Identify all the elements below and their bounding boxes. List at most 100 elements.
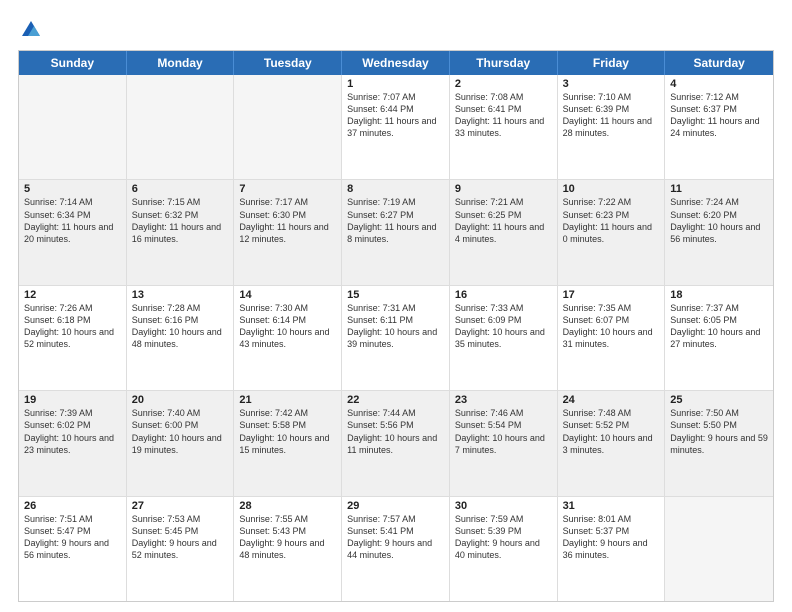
cell-text: Sunrise: 7:31 AM Sunset: 6:11 PM Dayligh…: [347, 302, 444, 351]
day-number: 28: [239, 500, 336, 512]
logo-text: [18, 18, 42, 40]
cell-text: Sunrise: 7:35 AM Sunset: 6:07 PM Dayligh…: [563, 302, 660, 351]
calendar-cell: 14Sunrise: 7:30 AM Sunset: 6:14 PM Dayli…: [234, 286, 342, 390]
day-number: 20: [132, 394, 229, 406]
calendar-cell: 26Sunrise: 7:51 AM Sunset: 5:47 PM Dayli…: [19, 497, 127, 601]
cell-text: Sunrise: 7:17 AM Sunset: 6:30 PM Dayligh…: [239, 196, 336, 245]
calendar-cell: 23Sunrise: 7:46 AM Sunset: 5:54 PM Dayli…: [450, 391, 558, 495]
calendar-header-cell: Saturday: [665, 51, 773, 75]
day-number: 31: [563, 500, 660, 512]
calendar-cell: 18Sunrise: 7:37 AM Sunset: 6:05 PM Dayli…: [665, 286, 773, 390]
day-number: 13: [132, 289, 229, 301]
day-number: 12: [24, 289, 121, 301]
calendar-cell: 19Sunrise: 7:39 AM Sunset: 6:02 PM Dayli…: [19, 391, 127, 495]
cell-text: Sunrise: 7:21 AM Sunset: 6:25 PM Dayligh…: [455, 196, 552, 245]
logo: [18, 18, 42, 40]
calendar-cell: 4Sunrise: 7:12 AM Sunset: 6:37 PM Daylig…: [665, 75, 773, 179]
cell-text: Sunrise: 7:14 AM Sunset: 6:34 PM Dayligh…: [24, 196, 121, 245]
cell-text: Sunrise: 7:51 AM Sunset: 5:47 PM Dayligh…: [24, 513, 121, 562]
day-number: 25: [670, 394, 768, 406]
calendar-cell: 5Sunrise: 7:14 AM Sunset: 6:34 PM Daylig…: [19, 180, 127, 284]
cell-text: Sunrise: 7:37 AM Sunset: 6:05 PM Dayligh…: [670, 302, 768, 351]
day-number: 24: [563, 394, 660, 406]
calendar-cell: 25Sunrise: 7:50 AM Sunset: 5:50 PM Dayli…: [665, 391, 773, 495]
cell-text: Sunrise: 7:57 AM Sunset: 5:41 PM Dayligh…: [347, 513, 444, 562]
calendar-cell: 13Sunrise: 7:28 AM Sunset: 6:16 PM Dayli…: [127, 286, 235, 390]
calendar-cell: 3Sunrise: 7:10 AM Sunset: 6:39 PM Daylig…: [558, 75, 666, 179]
cell-text: Sunrise: 7:26 AM Sunset: 6:18 PM Dayligh…: [24, 302, 121, 351]
calendar-cell: [665, 497, 773, 601]
page: SundayMondayTuesdayWednesdayThursdayFrid…: [0, 0, 792, 612]
cell-text: Sunrise: 7:19 AM Sunset: 6:27 PM Dayligh…: [347, 196, 444, 245]
calendar-cell: 2Sunrise: 7:08 AM Sunset: 6:41 PM Daylig…: [450, 75, 558, 179]
cell-text: Sunrise: 8:01 AM Sunset: 5:37 PM Dayligh…: [563, 513, 660, 562]
cell-text: Sunrise: 7:28 AM Sunset: 6:16 PM Dayligh…: [132, 302, 229, 351]
day-number: 23: [455, 394, 552, 406]
calendar-cell: 21Sunrise: 7:42 AM Sunset: 5:58 PM Dayli…: [234, 391, 342, 495]
cell-text: Sunrise: 7:46 AM Sunset: 5:54 PM Dayligh…: [455, 407, 552, 456]
calendar-cell: [19, 75, 127, 179]
calendar-row: 19Sunrise: 7:39 AM Sunset: 6:02 PM Dayli…: [19, 391, 773, 496]
calendar-cell: [234, 75, 342, 179]
day-number: 21: [239, 394, 336, 406]
day-number: 16: [455, 289, 552, 301]
day-number: 26: [24, 500, 121, 512]
calendar-header: SundayMondayTuesdayWednesdayThursdayFrid…: [19, 51, 773, 75]
day-number: 3: [563, 78, 660, 90]
day-number: 29: [347, 500, 444, 512]
day-number: 14: [239, 289, 336, 301]
day-number: 27: [132, 500, 229, 512]
cell-text: Sunrise: 7:22 AM Sunset: 6:23 PM Dayligh…: [563, 196, 660, 245]
calendar-row: 26Sunrise: 7:51 AM Sunset: 5:47 PM Dayli…: [19, 497, 773, 601]
calendar-cell: 17Sunrise: 7:35 AM Sunset: 6:07 PM Dayli…: [558, 286, 666, 390]
day-number: 7: [239, 183, 336, 195]
calendar-cell: 10Sunrise: 7:22 AM Sunset: 6:23 PM Dayli…: [558, 180, 666, 284]
day-number: 22: [347, 394, 444, 406]
cell-text: Sunrise: 7:40 AM Sunset: 6:00 PM Dayligh…: [132, 407, 229, 456]
cell-text: Sunrise: 7:24 AM Sunset: 6:20 PM Dayligh…: [670, 196, 768, 245]
logo-icon: [20, 18, 42, 40]
calendar-cell: 20Sunrise: 7:40 AM Sunset: 6:00 PM Dayli…: [127, 391, 235, 495]
calendar-row: 5Sunrise: 7:14 AM Sunset: 6:34 PM Daylig…: [19, 180, 773, 285]
cell-text: Sunrise: 7:30 AM Sunset: 6:14 PM Dayligh…: [239, 302, 336, 351]
cell-text: Sunrise: 7:44 AM Sunset: 5:56 PM Dayligh…: [347, 407, 444, 456]
calendar-header-cell: Thursday: [450, 51, 558, 75]
cell-text: Sunrise: 7:42 AM Sunset: 5:58 PM Dayligh…: [239, 407, 336, 456]
calendar-cell: 1Sunrise: 7:07 AM Sunset: 6:44 PM Daylig…: [342, 75, 450, 179]
day-number: 15: [347, 289, 444, 301]
day-number: 19: [24, 394, 121, 406]
calendar-cell: 22Sunrise: 7:44 AM Sunset: 5:56 PM Dayli…: [342, 391, 450, 495]
day-number: 8: [347, 183, 444, 195]
day-number: 9: [455, 183, 552, 195]
cell-text: Sunrise: 7:33 AM Sunset: 6:09 PM Dayligh…: [455, 302, 552, 351]
calendar-cell: 9Sunrise: 7:21 AM Sunset: 6:25 PM Daylig…: [450, 180, 558, 284]
day-number: 6: [132, 183, 229, 195]
day-number: 30: [455, 500, 552, 512]
cell-text: Sunrise: 7:39 AM Sunset: 6:02 PM Dayligh…: [24, 407, 121, 456]
day-number: 11: [670, 183, 768, 195]
calendar-header-cell: Monday: [127, 51, 235, 75]
calendar-cell: 15Sunrise: 7:31 AM Sunset: 6:11 PM Dayli…: [342, 286, 450, 390]
calendar-cell: 31Sunrise: 8:01 AM Sunset: 5:37 PM Dayli…: [558, 497, 666, 601]
day-number: 4: [670, 78, 768, 90]
calendar-cell: [127, 75, 235, 179]
calendar-cell: 8Sunrise: 7:19 AM Sunset: 6:27 PM Daylig…: [342, 180, 450, 284]
calendar-cell: 7Sunrise: 7:17 AM Sunset: 6:30 PM Daylig…: [234, 180, 342, 284]
cell-text: Sunrise: 7:10 AM Sunset: 6:39 PM Dayligh…: [563, 91, 660, 140]
cell-text: Sunrise: 7:53 AM Sunset: 5:45 PM Dayligh…: [132, 513, 229, 562]
day-number: 5: [24, 183, 121, 195]
calendar-body: 1Sunrise: 7:07 AM Sunset: 6:44 PM Daylig…: [19, 75, 773, 601]
day-number: 10: [563, 183, 660, 195]
day-number: 17: [563, 289, 660, 301]
day-number: 2: [455, 78, 552, 90]
calendar: SundayMondayTuesdayWednesdayThursdayFrid…: [18, 50, 774, 602]
calendar-header-cell: Friday: [558, 51, 666, 75]
calendar-cell: 6Sunrise: 7:15 AM Sunset: 6:32 PM Daylig…: [127, 180, 235, 284]
calendar-cell: 30Sunrise: 7:59 AM Sunset: 5:39 PM Dayli…: [450, 497, 558, 601]
calendar-cell: 29Sunrise: 7:57 AM Sunset: 5:41 PM Dayli…: [342, 497, 450, 601]
calendar-row: 12Sunrise: 7:26 AM Sunset: 6:18 PM Dayli…: [19, 286, 773, 391]
calendar-header-cell: Sunday: [19, 51, 127, 75]
cell-text: Sunrise: 7:08 AM Sunset: 6:41 PM Dayligh…: [455, 91, 552, 140]
cell-text: Sunrise: 7:07 AM Sunset: 6:44 PM Dayligh…: [347, 91, 444, 140]
calendar-cell: 16Sunrise: 7:33 AM Sunset: 6:09 PM Dayli…: [450, 286, 558, 390]
